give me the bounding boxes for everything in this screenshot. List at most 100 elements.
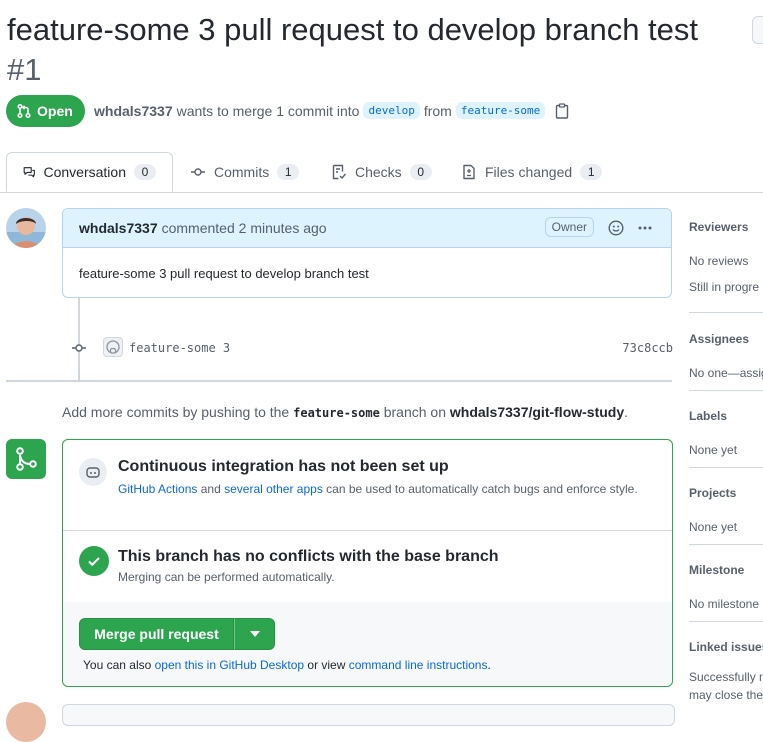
push-hint-suffix: .	[624, 404, 629, 420]
check-icon	[88, 557, 100, 567]
alt-prefix: You can also	[83, 658, 152, 672]
github-mark-icon	[106, 340, 120, 354]
push-hint-branch: feature-some	[293, 406, 380, 420]
pr-number: #1	[7, 52, 42, 87]
milestone-heading[interactable]: Milestone	[689, 563, 763, 577]
copy-icon[interactable]	[555, 102, 569, 119]
comment-body: feature-some 3 pull request to develop b…	[79, 266, 369, 281]
ci-and-text: and	[200, 482, 221, 496]
triangle-down-icon	[249, 631, 260, 637]
sidebar-projects[interactable]: Projects None yet	[689, 486, 763, 545]
merge-box: Continuous integration has not been set …	[62, 439, 673, 687]
commit-author-avatar[interactable]	[103, 337, 123, 357]
tab-commits[interactable]: Commits 1	[190, 152, 300, 192]
sidebar-reviewers[interactable]: Reviewers No reviews Still in progre	[689, 220, 763, 313]
linked-issues-value: Successfully m may close the	[689, 668, 763, 704]
alt-suffix: .	[487, 658, 491, 672]
base-branch[interactable]: develop	[363, 102, 420, 119]
state-badge: Open	[6, 95, 85, 127]
avatar-image	[6, 208, 46, 248]
checklist-icon	[332, 164, 347, 180]
tab-commits-label: Commits	[214, 164, 270, 180]
merge-action-section: Merge pull request You can also open thi…	[63, 602, 672, 686]
commit-message[interactable]: feature-some 3	[129, 341, 230, 355]
avatar[interactable]	[6, 208, 46, 248]
ci-section: Continuous integration has not been set …	[63, 440, 672, 531]
merge-method-dropdown[interactable]	[234, 618, 275, 650]
ci-icon	[79, 458, 107, 486]
tab-commits-count: 1	[277, 164, 300, 180]
reviewers-value: No reviews Still in progre	[689, 248, 763, 300]
comment-box: whdals7337 commented 2 minutes ago Owner…	[62, 208, 672, 298]
comment-form[interactable]	[62, 704, 675, 726]
check-circle-icon	[79, 546, 109, 576]
tab-conversation-label: Conversation	[43, 164, 127, 180]
owner-badge: Owner	[544, 217, 594, 237]
comment-timestamp[interactable]: commented 2 minutes ago	[162, 220, 327, 236]
alt-merge-options: You can also open this in GitHub Desktop…	[83, 658, 491, 672]
tab-conversation[interactable]: Conversation 0	[6, 152, 173, 192]
labels-value: None yet	[689, 443, 738, 457]
copilot-bot-icon	[86, 467, 100, 478]
labels-heading[interactable]: Labels	[689, 409, 763, 423]
github-actions-link[interactable]: GitHub Actions	[118, 482, 197, 496]
head-branch[interactable]: feature-some	[455, 102, 546, 119]
reviewers-line2: Still in progre	[689, 280, 760, 294]
commit-sha[interactable]: 73c8ccb	[622, 341, 673, 355]
reviewers-heading[interactable]: Reviewers	[689, 220, 763, 234]
comment-form-avatar	[6, 702, 46, 742]
conflict-description: Merging can be performed automatically.	[118, 570, 335, 584]
tab-conversation-count: 0	[134, 164, 156, 180]
alt-middle: or view	[307, 658, 346, 672]
sidebar-labels[interactable]: Labels None yet	[689, 409, 763, 468]
linked-issues-line1: Successfully m	[689, 670, 763, 684]
linked-issues-line2: may close the	[689, 688, 763, 702]
push-hint: Add more commits by pushing to the featu…	[62, 404, 628, 420]
tab-files-count: 1	[580, 164, 603, 180]
reviewers-line1: No reviews	[689, 254, 749, 268]
pr-meta: whdals7337 wants to merge 1 commit into …	[94, 102, 569, 119]
ci-rest-text: can be used to automatically catch bugs …	[326, 482, 638, 496]
push-hint-middle: branch on	[383, 404, 446, 420]
git-commit-icon	[191, 168, 205, 176]
comment-discussion-icon	[23, 167, 35, 178]
pull-request-icon	[17, 103, 31, 119]
sidebar-linked-issues[interactable]: Linked issues Successfully m may close t…	[689, 640, 763, 710]
file-diff-icon	[463, 164, 475, 180]
sidebar-milestone[interactable]: Milestone No milestone	[689, 563, 763, 622]
projects-value: None yet	[689, 520, 738, 534]
linked-issues-heading[interactable]: Linked issues	[689, 640, 763, 654]
command-line-link[interactable]: command line instructions	[349, 658, 488, 672]
conflict-title: This branch has no conflicts with the ba…	[118, 548, 499, 565]
timeline-break	[6, 380, 672, 382]
tab-files-label: Files changed	[485, 164, 573, 180]
open-desktop-link[interactable]: open this in GitHub Desktop	[155, 658, 304, 672]
git-merge-icon	[16, 447, 37, 471]
pr-author-link[interactable]: whdals7337	[94, 103, 173, 119]
commit-row: feature-some 3 73c8ccb	[0, 336, 673, 360]
merge-pull-request-button[interactable]: Merge pull request	[79, 618, 234, 650]
sidebar-assignees[interactable]: Assignees No one—assig	[689, 332, 763, 391]
push-hint-repo[interactable]: whdals7337/git-flow-study	[450, 404, 624, 420]
edit-title-button[interactable]	[752, 16, 763, 44]
pr-tabs: Conversation 0 Commits 1 Checks 0 Files …	[0, 152, 763, 193]
ci-description: GitHub Actions and several other apps ca…	[118, 480, 658, 498]
conflict-section: This branch has no conflicts with the ba…	[63, 530, 672, 603]
pr-title-text: feature-some 3 pull request to develop b…	[7, 12, 699, 47]
ci-title: Continuous integration has not been set …	[118, 458, 449, 475]
milestone-value: No milestone	[689, 597, 760, 611]
kebab-horizontal-icon[interactable]	[637, 220, 653, 236]
assignees-value: No one—assig	[689, 366, 763, 380]
tab-checks-label: Checks	[355, 164, 402, 180]
from-text: from	[423, 102, 452, 119]
other-apps-link[interactable]: several other apps	[224, 482, 323, 496]
tab-files-changed[interactable]: Files changed 1	[461, 152, 603, 192]
state-label: Open	[37, 103, 73, 119]
projects-heading[interactable]: Projects	[689, 486, 763, 500]
git-commit-icon	[72, 344, 86, 352]
comment-author[interactable]: whdals7337	[79, 220, 158, 236]
tab-checks-count: 0	[409, 164, 432, 180]
smiley-icon[interactable]	[608, 220, 624, 236]
tab-checks[interactable]: Checks 0	[331, 152, 432, 192]
assignees-heading[interactable]: Assignees	[689, 332, 763, 346]
